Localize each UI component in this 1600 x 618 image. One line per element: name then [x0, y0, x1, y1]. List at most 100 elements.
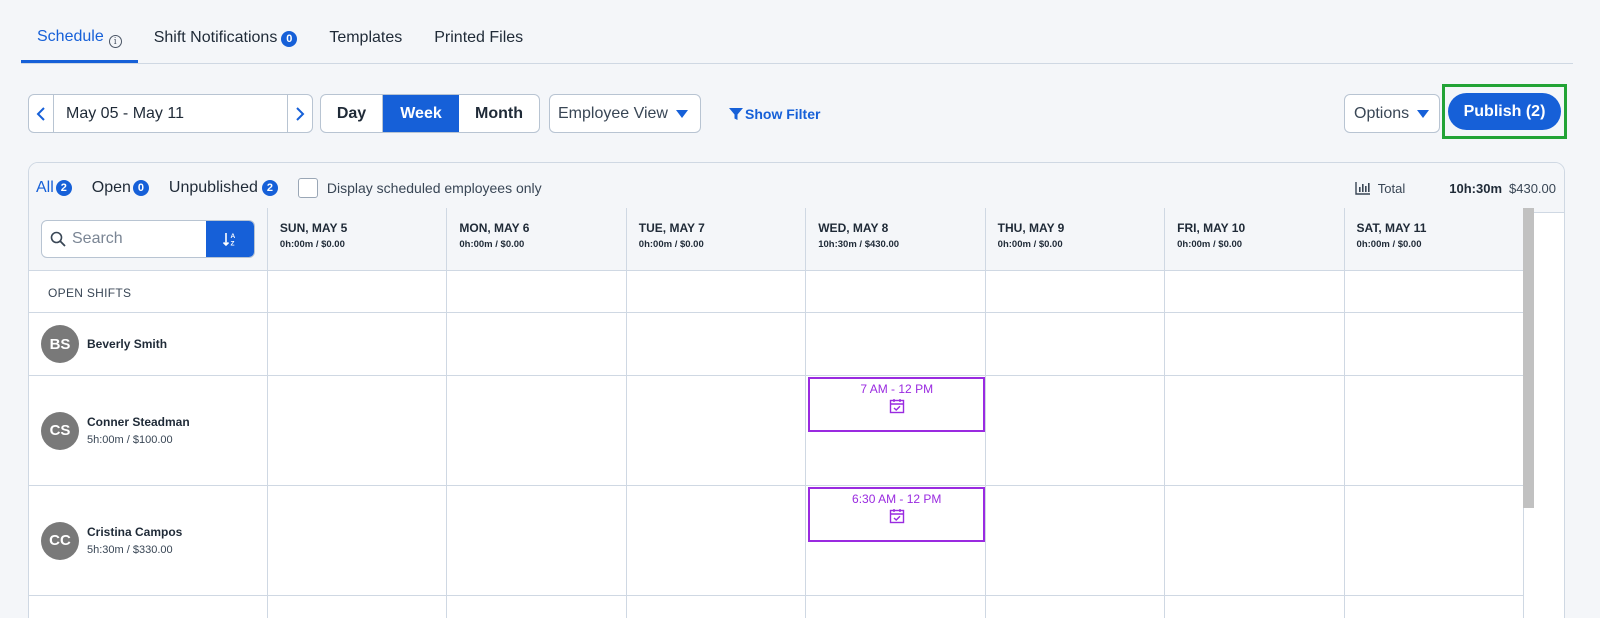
- info-icon[interactable]: i: [108, 35, 122, 48]
- employee-view-dropdown[interactable]: Employee View: [549, 94, 701, 133]
- schedule-cell[interactable]: [268, 376, 448, 485]
- caret-down-icon: [1417, 109, 1430, 118]
- filter-tab-open-count: 0: [132, 179, 149, 196]
- show-filter-button[interactable]: Show Filter: [728, 94, 820, 133]
- schedule-cell[interactable]: [1345, 376, 1524, 485]
- shift-block[interactable]: 6:30 AM - 12 PM: [808, 487, 986, 542]
- schedule-cell[interactable]: [447, 376, 627, 485]
- day-name: TUE, MAY 7: [638, 221, 705, 235]
- previous-week-button[interactable]: [29, 95, 53, 132]
- tab-templates[interactable]: Templates: [313, 0, 418, 63]
- schedule-cell[interactable]: [986, 271, 1166, 312]
- schedule-cell[interactable]: [268, 486, 448, 595]
- employee-name[interactable]: Conner Steadman: [87, 415, 190, 429]
- schedule-cell[interactable]: [447, 486, 627, 595]
- next-week-button[interactable]: [288, 95, 312, 132]
- schedule-cell[interactable]: [986, 486, 1166, 595]
- shift-block[interactable]: 7 AM - 12 PM: [808, 377, 986, 432]
- schedule-cell[interactable]: [986, 376, 1166, 485]
- day-header-tue: TUE, MAY 7 0h:00m / $0.00: [627, 208, 807, 270]
- panel-filter-bar: All 2 Open 0 Unpublished 2 Display sched…: [29, 163, 1564, 213]
- employee-hours-cost: 5h:30m / $330.00: [87, 544, 173, 556]
- avatar: BS: [41, 325, 79, 363]
- employee-row: BS Beverly Smith: [29, 313, 1524, 376]
- day-view-button[interactable]: Day: [321, 95, 383, 132]
- schedule-cell[interactable]: [1165, 486, 1345, 595]
- bar-chart-icon: [1355, 182, 1370, 195]
- employee-cell: [29, 596, 268, 618]
- publish-button[interactable]: Publish (2): [1448, 93, 1561, 130]
- schedule-cell[interactable]: [627, 313, 807, 375]
- sort-az-icon: A Z: [222, 233, 236, 247]
- employee-name[interactable]: Cristina Campos: [87, 525, 182, 539]
- svg-text:A: A: [231, 233, 236, 240]
- options-label: Options: [1354, 104, 1410, 122]
- calendar-check-icon: [889, 509, 904, 524]
- open-shifts-label: OPEN SHIFTS: [48, 286, 132, 300]
- shift-filter-tabs: All 2 Open 0 Unpublished 2: [29, 179, 298, 197]
- schedule-cell[interactable]: [806, 313, 986, 375]
- display-scheduled-only-label: Display scheduled employees only: [326, 179, 542, 196]
- schedule-cell[interactable]: [268, 313, 448, 375]
- day-header-mon: MON, MAY 6 0h:00m / $0.00: [447, 208, 627, 270]
- filter-tab-open[interactable]: Open 0: [92, 179, 149, 197]
- schedule-cell[interactable]: [1165, 376, 1345, 485]
- schedule-cell[interactable]: [1345, 271, 1524, 312]
- filter-tab-open-label: Open: [91, 178, 131, 196]
- schedule-grid: Search A Z SUN, MAY 5 0h:00m / $0.00 MON,…: [29, 208, 1524, 618]
- employee-cell: CS Conner Steadman 5h:00m / $100.00: [29, 376, 268, 485]
- schedule-cell[interactable]: 7 AM - 12 PM: [806, 376, 986, 485]
- day-name: SAT, MAY 11: [1356, 221, 1427, 235]
- schedule-cell[interactable]: [447, 313, 627, 375]
- schedule-cell[interactable]: [268, 271, 448, 312]
- grid-header-row: Search A Z SUN, MAY 5 0h:00m / $0.00 MON,…: [29, 208, 1524, 271]
- date-range-field[interactable]: May 05 - May 11: [53, 95, 288, 132]
- week-view-button[interactable]: Week: [383, 95, 459, 132]
- top-tab-bar: Schedule i Shift Notifications 0 Templat…: [21, 0, 1573, 64]
- schedule-cell[interactable]: [1345, 486, 1524, 595]
- vertical-scrollbar[interactable]: [1523, 208, 1534, 508]
- schedule-cell[interactable]: [1345, 596, 1524, 618]
- options-dropdown[interactable]: Options: [1344, 94, 1440, 133]
- calendar-check-icon: [889, 399, 904, 414]
- employee-row: [29, 596, 1524, 618]
- employee-name[interactable]: Beverly Smith: [87, 337, 167, 351]
- schedule-panel: All 2 Open 0 Unpublished 2 Display sched…: [28, 162, 1565, 618]
- schedule-cell[interactable]: [986, 313, 1166, 375]
- day-header-wed: WED, MAY 8 10h:30m / $430.00: [806, 208, 986, 270]
- month-view-button[interactable]: Month: [459, 95, 539, 132]
- day-total: 0h:00m / $0.00: [997, 239, 1063, 250]
- schedule-cell[interactable]: [1165, 313, 1345, 375]
- schedule-cell[interactable]: [627, 596, 807, 618]
- schedule-cell[interactable]: 6:30 AM - 12 PM: [806, 486, 986, 595]
- schedule-cell[interactable]: [447, 596, 627, 618]
- schedule-cell[interactable]: [806, 596, 986, 618]
- schedule-cell[interactable]: [627, 376, 807, 485]
- filter-tab-all[interactable]: All 2: [36, 179, 72, 197]
- schedule-cell[interactable]: [447, 271, 627, 312]
- schedule-cell[interactable]: [1165, 271, 1345, 312]
- schedule-cell[interactable]: [627, 486, 807, 595]
- tab-printed-files[interactable]: Printed Files: [418, 0, 539, 63]
- display-scheduled-only-checkbox[interactable]: [297, 177, 318, 198]
- filter-tab-unpublished[interactable]: Unpublished 2: [169, 179, 278, 197]
- chevron-left-icon: [36, 106, 45, 121]
- date-range-navigator: May 05 - May 11: [28, 94, 313, 133]
- tab-templates-label: Templates: [329, 29, 403, 46]
- tab-shift-notifications-label: Shift Notifications: [153, 29, 278, 46]
- day-name: MON, MAY 6: [459, 221, 530, 235]
- schedule-cell[interactable]: [806, 271, 986, 312]
- schedule-cell[interactable]: [627, 271, 807, 312]
- tab-schedule[interactable]: Schedule i: [21, 0, 138, 63]
- search-placeholder: Search: [72, 230, 123, 247]
- search-input[interactable]: Search: [42, 221, 206, 257]
- schedule-cell[interactable]: [986, 596, 1166, 618]
- tab-shift-notifications[interactable]: Shift Notifications 0: [138, 0, 314, 63]
- schedule-cell[interactable]: [1165, 596, 1345, 618]
- avatar: CS: [41, 411, 79, 450]
- open-shifts-row: OPEN SHIFTS: [29, 271, 1524, 313]
- schedule-cell[interactable]: [268, 596, 448, 618]
- sort-button[interactable]: A Z: [206, 221, 254, 257]
- schedule-cell[interactable]: [1345, 313, 1524, 375]
- day-header-fri: FRI, MAY 10 0h:00m / $0.00: [1165, 208, 1345, 270]
